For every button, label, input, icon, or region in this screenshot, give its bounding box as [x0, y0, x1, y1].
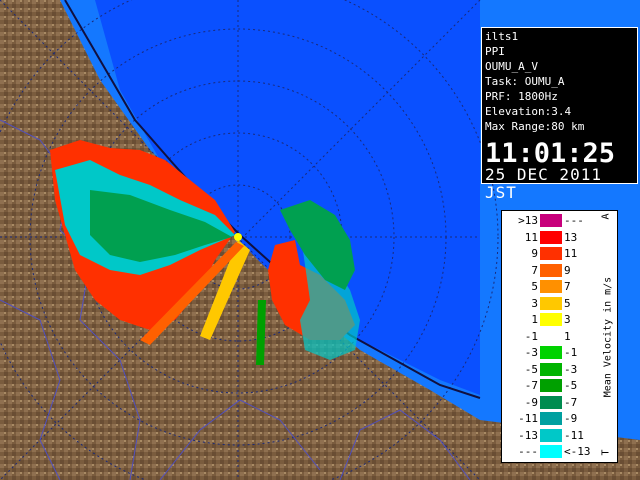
legend-lower-bound: 9 — [531, 247, 538, 260]
legend-color-swatch — [540, 296, 562, 310]
scan-date: 25 DEC 2011 JST — [485, 165, 602, 202]
legend-upper-bound: 9 — [564, 263, 571, 277]
legend-color-swatch — [540, 395, 562, 409]
legend-lower-bound: -3 — [524, 346, 538, 359]
legend-color-swatch — [540, 230, 562, 244]
legend-color-swatch — [540, 379, 562, 392]
legend-upper-bound: -1 — [564, 346, 578, 359]
legend-color-swatch — [540, 313, 562, 326]
legend-upper-bound: 3 — [564, 313, 571, 326]
legend-lower-bound: -5 — [524, 362, 538, 376]
scan-type: PPI — [485, 45, 505, 58]
legend-upper-bound: 7 — [564, 280, 571, 293]
legend-color-swatch — [540, 412, 562, 425]
legend-upper-bound: 11 — [564, 247, 578, 260]
legend-lower-bound: -7 — [524, 379, 538, 392]
velocity-legend: >13 --- 11 13 9 11 7 9 5 7 3 5 1 3 -1 1 -3 -1 -5 -3 -7 -5 -9 -7… — [501, 210, 618, 463]
legend-bottom-marker: T — [600, 449, 612, 456]
legend-upper-bound: <-13 — [564, 445, 591, 458]
legend-lower-bound: -1 — [524, 329, 538, 343]
legend-color-swatch — [540, 445, 562, 458]
legend-color-swatch — [540, 346, 562, 359]
station-name: ilts1 — [485, 30, 519, 43]
legend-color-swatch — [540, 247, 562, 260]
radar-site — [234, 233, 242, 241]
task-label: Task: OUMU_A — [485, 75, 565, 88]
legend-lower-bound: 7 — [531, 263, 538, 277]
scan-info-panel: ilts1 PPI OUMU_A_V Task: OUMU_A PRF: 180… — [481, 27, 638, 202]
legend-lower-bound: >13 — [518, 214, 538, 227]
legend-lower-bound: 3 — [531, 296, 538, 310]
legend-color-swatch — [540, 362, 562, 376]
elevation-label: Elevation:3.4 — [485, 105, 572, 118]
legend-lower-bound: 5 — [531, 280, 538, 293]
legend-color-swatch — [540, 214, 562, 227]
legend-lower-bound: 11 — [524, 230, 538, 244]
legend-upper-bound: -5 — [564, 379, 578, 392]
legend-color-swatch — [540, 428, 562, 442]
legend-lower-bound: 1 — [531, 313, 538, 326]
max-range-label: Max Range:80 km — [485, 120, 585, 133]
legend-upper-bound: -11 — [564, 428, 584, 442]
legend-upper-bound: 1 — [564, 329, 571, 343]
product-name: OUMU_A_V — [485, 60, 538, 73]
prf-label: PRF: 1800Hz — [485, 90, 558, 103]
legend-lower-bound: --- — [518, 445, 538, 458]
legend-lower-bound: -9 — [524, 395, 538, 409]
legend-color-swatch — [540, 329, 562, 343]
legend-upper-bound: --- — [564, 214, 584, 227]
legend-upper-bound: -9 — [564, 412, 578, 425]
legend-upper-bound: 13 — [564, 230, 578, 244]
scan-time: 11:01:25 — [485, 138, 616, 169]
legend-upper-bound: -7 — [564, 395, 578, 409]
legend-lower-bound: -11 — [518, 412, 538, 425]
legend-color-swatch — [540, 263, 562, 277]
legend-upper-bound: -3 — [564, 362, 578, 376]
legend-title: Mean Velocity in m/s — [602, 276, 614, 397]
legend-color-swatch — [540, 280, 562, 293]
legend-lower-bound: -13 — [518, 428, 538, 442]
legend-upper-bound: 5 — [564, 296, 571, 310]
